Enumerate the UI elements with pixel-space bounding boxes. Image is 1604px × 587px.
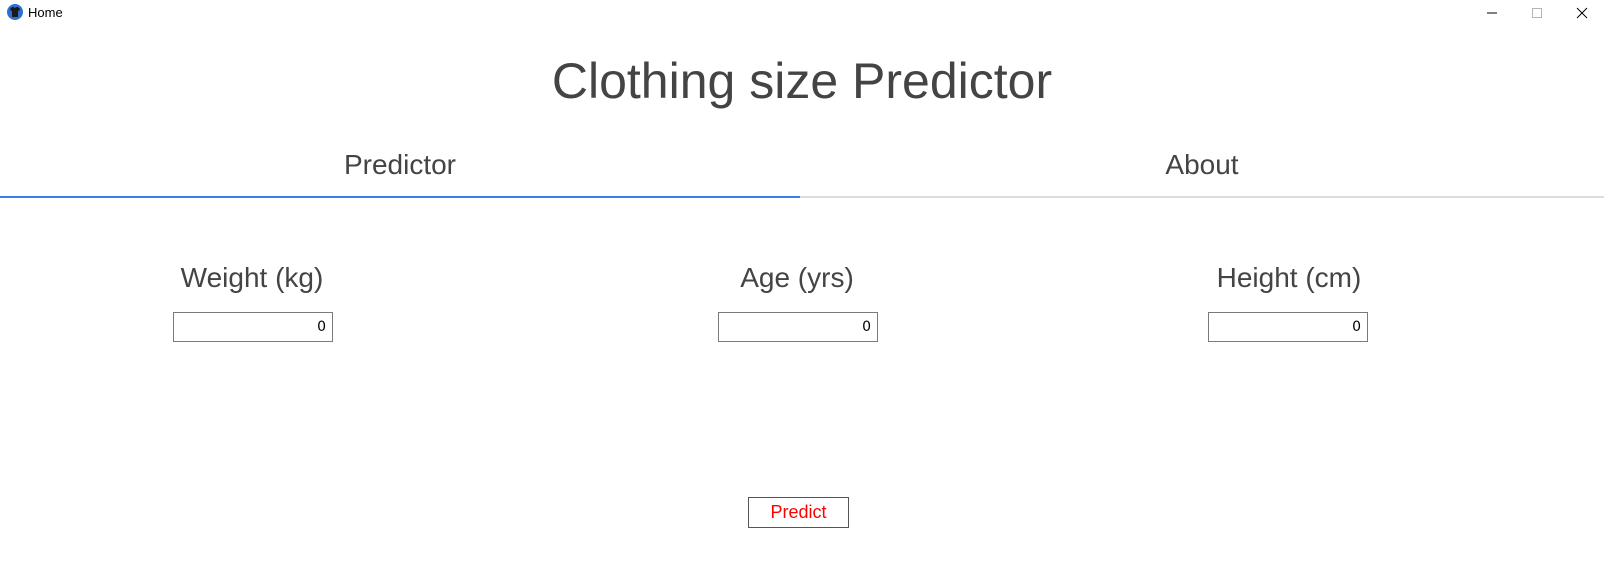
weight-label: Weight (kg) — [180, 262, 324, 293]
minimize-button[interactable] — [1469, 0, 1514, 26]
tab-predictor[interactable]: Predictor — [0, 135, 800, 195]
shirt-icon — [7, 4, 23, 20]
app-window: Home Clothing size Predictor Predictor A… — [0, 0, 1604, 587]
window-title: Home — [28, 5, 63, 20]
tab-bar: Predictor About — [0, 135, 1604, 198]
maximize-button[interactable] — [1514, 0, 1559, 26]
predict-button[interactable]: Predict — [748, 497, 849, 528]
active-tab-indicator — [0, 196, 800, 198]
height-input[interactable] — [1208, 312, 1368, 342]
weight-input[interactable] — [173, 312, 333, 342]
tab-about[interactable]: About — [800, 135, 1604, 195]
age-input[interactable] — [718, 312, 878, 342]
age-label: Age (yrs) — [740, 262, 854, 293]
maximize-icon — [1531, 8, 1542, 18]
close-icon — [1576, 7, 1587, 19]
page-title: Clothing size Predictor — [551, 53, 1053, 109]
height-label: Height (cm) — [1216, 262, 1362, 293]
tab-about-label: About — [1165, 149, 1239, 180]
title-bar: Home — [0, 0, 1604, 26]
tab-predictor-label: Predictor — [343, 149, 457, 180]
close-button[interactable] — [1559, 0, 1604, 26]
minimize-icon — [1486, 12, 1497, 14]
